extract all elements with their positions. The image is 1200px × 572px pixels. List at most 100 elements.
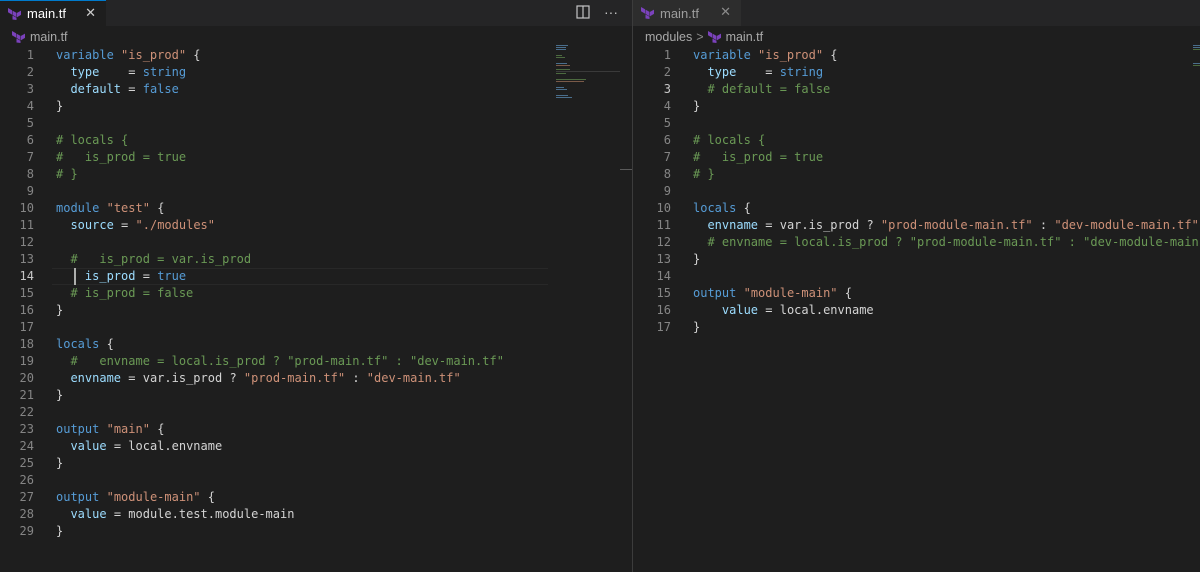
left-code-line[interactable]: 21} bbox=[0, 387, 632, 404]
breadcrumb-folder[interactable]: modules bbox=[645, 30, 692, 44]
left-code-line[interactable]: 6 # locals { bbox=[0, 132, 632, 149]
right-code-line[interactable]: 11 envname = var.is_prod ? "prod-module-… bbox=[633, 217, 1200, 234]
left-code-line[interactable]: 15 # is_prod = false bbox=[0, 285, 632, 302]
right-code-line[interactable]: 7 # is_prod = true bbox=[633, 149, 1200, 166]
right-code-line[interactable]: 12 # envname = local.is_prod ? "prod-mod… bbox=[633, 234, 1200, 251]
line-content: # } bbox=[693, 167, 715, 181]
right-code-line[interactable]: 10 locals { bbox=[633, 200, 1200, 217]
left-code-line[interactable]: 4} bbox=[0, 98, 632, 115]
left-code-line[interactable]: 22 bbox=[0, 404, 632, 421]
line-number: 7 bbox=[26, 150, 34, 164]
line-number: 9 bbox=[26, 184, 34, 198]
line-number: 26 bbox=[19, 473, 34, 487]
line-number: 16 bbox=[656, 303, 671, 317]
breadcrumb-file[interactable]: main.tf bbox=[726, 30, 764, 44]
code-editor-right[interactable]: 1 variable "is_prod" {2 type = string 3 # … bbox=[633, 47, 1200, 572]
close-icon[interactable]: ✕ bbox=[720, 4, 731, 20]
left-code-line[interactable]: 8 # } bbox=[0, 166, 632, 183]
minimap-right[interactable] bbox=[1193, 45, 1200, 105]
more-actions-icon[interactable]: ··· bbox=[604, 3, 618, 21]
line-number: 12 bbox=[19, 235, 34, 249]
line-number: 10 bbox=[19, 201, 34, 215]
line-number: 5 bbox=[26, 116, 34, 130]
left-code-line[interactable]: 11 source = "./modules" bbox=[0, 217, 632, 234]
line-number: 13 bbox=[19, 252, 34, 266]
breadcrumb: main.tf bbox=[0, 27, 632, 47]
line-content: # } bbox=[56, 167, 78, 181]
line-content: } bbox=[693, 99, 701, 113]
left-code-line[interactable]: 1 variable "is_prod" { bbox=[0, 47, 632, 64]
right-editor-group: main.tf ✕ modules > main.tf 1 variable "i… bbox=[633, 0, 1200, 572]
right-code-line[interactable]: 15 output "module-main" { bbox=[633, 285, 1200, 302]
right-code-line[interactable]: 17} bbox=[633, 319, 1200, 336]
line-content: # envname = local.is_prod ? "prod-module… bbox=[707, 235, 1200, 249]
left-code-line[interactable]: 2 type = string bbox=[0, 64, 632, 81]
line-content: locals { bbox=[693, 201, 751, 215]
line-content: # is_prod = false bbox=[70, 286, 194, 300]
line-content: # locals { bbox=[693, 133, 766, 147]
left-code-line[interactable]: 23 output "main" { bbox=[0, 421, 632, 438]
line-number: 16 bbox=[19, 303, 34, 317]
left-code-line[interactable]: 14 is_prod = true bbox=[0, 268, 632, 285]
line-number: 2 bbox=[663, 65, 671, 79]
left-code-line[interactable]: 12 bbox=[0, 234, 632, 251]
terraform-icon bbox=[8, 7, 21, 20]
right-code-line[interactable]: 1 variable "is_prod" { bbox=[633, 47, 1200, 64]
line-content: value = local.envname bbox=[70, 439, 223, 453]
left-code-line[interactable]: 25} bbox=[0, 455, 632, 472]
left-code-line[interactable]: 9 bbox=[0, 183, 632, 200]
right-code-line[interactable]: 3 # default = false bbox=[633, 81, 1200, 98]
left-code-line[interactable]: 3 default = false bbox=[0, 81, 632, 98]
line-number: 5 bbox=[663, 116, 671, 130]
close-icon[interactable]: ✕ bbox=[85, 5, 96, 21]
left-code-line[interactable]: 5 bbox=[0, 115, 632, 132]
left-code-line[interactable]: 19 # envname = local.is_prod ? "prod-mai… bbox=[0, 353, 632, 370]
line-content: source = "./modules" bbox=[70, 218, 215, 232]
left-code-line[interactable]: 29} bbox=[0, 523, 632, 540]
tab-main-tf-right[interactable]: main.tf ✕ bbox=[633, 0, 741, 26]
breadcrumb-file[interactable]: main.tf bbox=[30, 30, 68, 44]
chevron-right-icon: > bbox=[696, 30, 704, 44]
right-code-line[interactable]: 13} bbox=[633, 251, 1200, 268]
right-code-line[interactable]: 4} bbox=[633, 98, 1200, 115]
line-number: 15 bbox=[19, 286, 34, 300]
line-number: 15 bbox=[656, 286, 671, 300]
line-number: 24 bbox=[19, 439, 34, 453]
left-code-line[interactable]: 13 # is_prod = var.is_prod bbox=[0, 251, 632, 268]
right-code-line[interactable]: 2 type = string bbox=[633, 64, 1200, 81]
left-code-line[interactable]: 24 value = local.envname bbox=[0, 438, 632, 455]
left-code-line[interactable]: 17 bbox=[0, 319, 632, 336]
minimap-left[interactable] bbox=[556, 45, 620, 105]
line-number: 19 bbox=[19, 354, 34, 368]
vertical-scrollbar-left[interactable] bbox=[620, 47, 632, 572]
split-editor-icon[interactable] bbox=[576, 3, 590, 21]
code-editor-left[interactable]: 1 variable "is_prod" {2 type = string 3 de… bbox=[0, 47, 632, 572]
line-content: type = string bbox=[70, 65, 187, 79]
left-code-line[interactable]: 20 envname = var.is_prod ? "prod-main.tf… bbox=[0, 370, 632, 387]
line-content: } bbox=[56, 388, 64, 402]
line-number: 3 bbox=[26, 82, 34, 96]
right-code-line[interactable]: 14 bbox=[633, 268, 1200, 285]
right-code-line[interactable]: 5 bbox=[633, 115, 1200, 132]
left-code-line[interactable]: 18 locals { bbox=[0, 336, 632, 353]
line-number: 7 bbox=[663, 150, 671, 164]
line-number: 11 bbox=[656, 218, 671, 232]
left-code-line[interactable]: 26 bbox=[0, 472, 632, 489]
right-code-line[interactable]: 16 value = local.envname bbox=[633, 302, 1200, 319]
line-content: # is_prod = true bbox=[56, 150, 187, 164]
line-content: # locals { bbox=[56, 133, 129, 147]
left-code-line[interactable]: 16} bbox=[0, 302, 632, 319]
line-content: type = string bbox=[707, 65, 824, 79]
left-code-line[interactable]: 28 value = module.test.module-main bbox=[0, 506, 632, 523]
tab-main-tf-left[interactable]: main.tf ✕ bbox=[0, 0, 106, 26]
right-code-line[interactable]: 6 # locals { bbox=[633, 132, 1200, 149]
line-content: value = module.test.module-main bbox=[70, 507, 295, 521]
terraform-icon bbox=[641, 7, 654, 19]
left-code-line[interactable]: 10 module "test" { bbox=[0, 200, 632, 217]
left-code-line[interactable]: 27 output "module-main" { bbox=[0, 489, 632, 506]
line-number: 9 bbox=[663, 184, 671, 198]
left-code-line[interactable]: 7 # is_prod = true bbox=[0, 149, 632, 166]
right-code-line[interactable]: 9 bbox=[633, 183, 1200, 200]
right-code-line[interactable]: 8 # } bbox=[633, 166, 1200, 183]
line-number: 11 bbox=[19, 218, 34, 232]
